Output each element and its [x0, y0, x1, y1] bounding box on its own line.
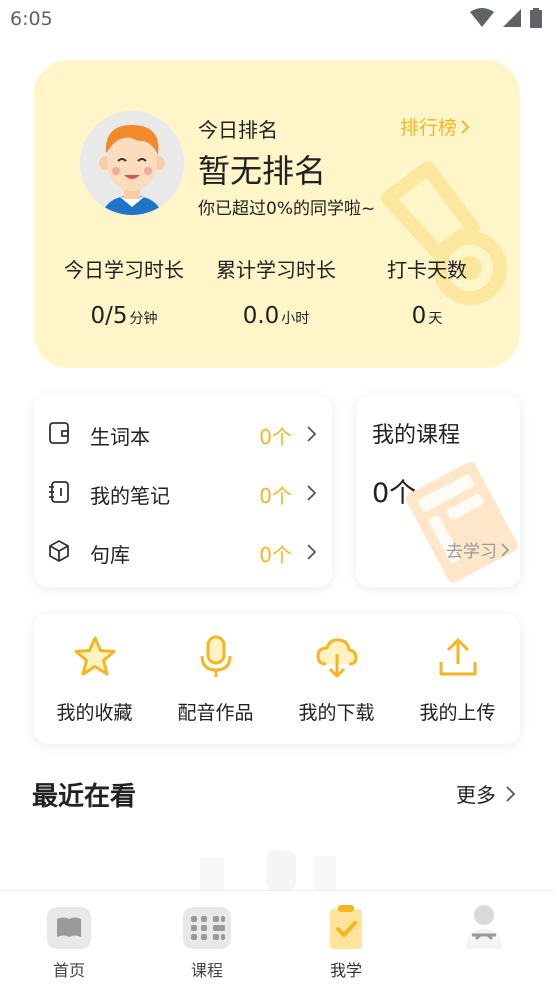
course-title: 我的课程 — [372, 423, 461, 448]
chevron-right-icon — [461, 119, 470, 134]
box-icon — [49, 540, 69, 562]
rank-subtitle: 你已超过0%的同学啦~ — [198, 199, 376, 219]
stat-number: 0/5 — [90, 303, 128, 329]
ranking-card: 今日排名 暂无排名 你已超过0%的同学啦~ 排行榜 今日学习时长 0/5 分钟 累… — [34, 60, 520, 368]
stat-number: 0.0 — [242, 303, 280, 329]
chevron-right-icon — [501, 542, 510, 557]
row-label: 句库 — [90, 543, 130, 567]
battery-icon — [530, 8, 542, 28]
row-label: 我的笔记 — [90, 484, 170, 508]
course-count: 0个 — [372, 478, 417, 509]
book-watermark-icon — [406, 461, 518, 583]
stat-value: 0/5 分钟 — [44, 303, 204, 329]
stat-label: 累计学习时长 — [216, 258, 336, 282]
stat-unit: 分钟 — [129, 311, 158, 327]
chevron-right-icon — [506, 785, 516, 802]
stat-value: 0天 — [347, 303, 507, 329]
avatar[interactable] — [80, 111, 184, 215]
action-uploads[interactable]: 我的上传 — [397, 634, 518, 725]
tab-home[interactable]: 首页 — [0, 903, 138, 981]
tab-my-study[interactable]: 我学 — [277, 903, 415, 981]
microphone-icon — [200, 635, 231, 677]
nav-label: 首页 — [52, 961, 85, 980]
row-label: 生词本 — [90, 425, 150, 449]
stat-today-time: 今日学习时长 0/5 分钟 — [44, 254, 204, 329]
nav-label: 我学 — [329, 961, 362, 980]
recent-section-title: 最近在看 — [32, 782, 137, 812]
stat-checkin-days: 打卡天数 0天 — [347, 254, 507, 329]
quick-actions-card: 我的收藏 配音作品 我的下载 我的上传 — [34, 614, 520, 744]
list-item-notes[interactable]: 我的笔记 0个 — [34, 472, 332, 512]
course-grid-icon — [183, 907, 231, 949]
stat-unit: 天 — [428, 311, 443, 327]
stat-total-time: 累计学习时长 0.0 小时 — [196, 254, 356, 329]
more-link[interactable]: 更多 — [456, 779, 516, 808]
action-label: 配音作品 — [177, 702, 254, 724]
chevron-right-icon — [307, 544, 317, 560]
wordbook-icon — [49, 422, 69, 444]
list-item-sentences[interactable]: 句库 0个 — [34, 531, 332, 571]
notebook-icon — [49, 481, 69, 503]
empty-state-illustration — [200, 850, 336, 892]
go-study-label: 去学习 — [446, 542, 497, 562]
chevron-right-icon — [307, 426, 317, 442]
stat-unit: 小时 — [281, 311, 310, 327]
tab-profile[interactable] — [415, 903, 553, 957]
signal-icon — [503, 9, 521, 27]
wifi-icon — [470, 8, 494, 27]
bottom-nav: 首页 课程 我学 — [0, 890, 554, 984]
status-time: 6:05 — [10, 8, 53, 30]
profile-icon — [466, 905, 502, 949]
row-count: 0个 — [259, 484, 292, 508]
action-label: 我的下载 — [298, 702, 375, 724]
leaderboard-link[interactable]: 排行榜 — [400, 113, 470, 140]
status-icons — [470, 8, 542, 28]
upload-icon — [439, 638, 476, 676]
stat-label: 打卡天数 — [387, 258, 467, 282]
row-count: 0个 — [259, 543, 292, 567]
list-item-wordbook[interactable]: 生词本 0个 — [34, 413, 332, 453]
rank-value: 暂无排名 — [198, 152, 327, 190]
avatar-boy-icon — [80, 111, 184, 215]
study-list-card: 生词本 0个 我的笔记 0个 句库 0个 — [34, 395, 332, 587]
go-study-link[interactable]: 去学习 — [446, 537, 510, 562]
leaderboard-label: 排行榜 — [399, 117, 457, 139]
row-count: 0个 — [259, 425, 292, 449]
more-label: 更多 — [456, 783, 496, 807]
cloud-download-icon — [316, 638, 357, 678]
star-icon — [74, 636, 115, 676]
action-label: 我的收藏 — [56, 702, 133, 724]
stat-value: 0.0 小时 — [196, 303, 356, 329]
action-downloads[interactable]: 我的下载 — [276, 634, 397, 725]
clipboard-check-icon — [330, 905, 362, 949]
stat-label: 今日学习时长 — [64, 258, 184, 282]
action-label: 我的上传 — [419, 702, 496, 724]
home-book-icon — [47, 907, 91, 949]
my-courses-card[interactable]: 我的课程 0个 去学习 — [356, 395, 520, 587]
status-bar: 6:05 — [0, 0, 554, 40]
stat-number: 0 — [411, 303, 427, 329]
action-favorites[interactable]: 我的收藏 — [34, 634, 155, 725]
action-dubbing[interactable]: 配音作品 — [155, 634, 276, 725]
rank-label: 今日排名 — [198, 118, 278, 142]
nav-label: 课程 — [190, 961, 223, 980]
chevron-right-icon — [307, 485, 317, 501]
tab-courses[interactable]: 课程 — [138, 903, 276, 981]
